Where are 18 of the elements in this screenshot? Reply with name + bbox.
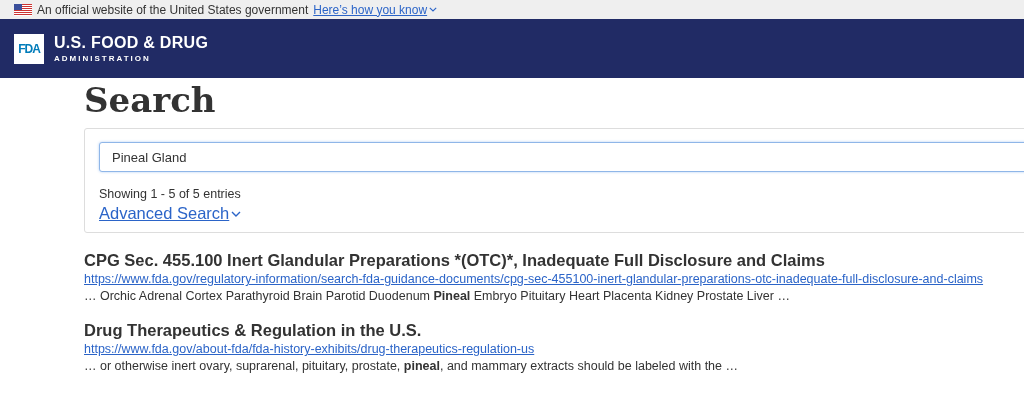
caret-icon xyxy=(231,210,242,217)
result-snippet: … Orchic Adrenal Cortex Parathyroid Brain Parotid Duodenum Pineal Embryo Pituitary Heart Placenta Kidney Prostate Liver … xyxy=(84,289,791,303)
result-title[interactable]: CPG Sec. 455.100 Inert Glandular Preparations *(OTC)*, Inadequate Full Disclosure and Claims xyxy=(84,251,1024,270)
agency-title: U.S. FOOD & DRUG xyxy=(54,34,209,52)
fda-logo[interactable]: FDA xyxy=(14,33,44,64)
page-title: Search xyxy=(84,79,217,122)
result-title[interactable]: Drug Therapeutics & Regulation in the U.S. xyxy=(84,321,1024,340)
result-url[interactable]: https://www.fda.gov/about-fda/fda-history-exhibits/drug-therapeutics-regulation-us xyxy=(84,342,1024,356)
banner-text: An official website of the United States government xyxy=(37,2,309,17)
caret-icon xyxy=(429,7,438,12)
result-snippet: … or otherwise inert ovary, suprarenal, pituitary, prostate, pineal, and mammary extracts should be labeled with the … xyxy=(84,359,739,373)
search-field[interactable]: Pineal Gland xyxy=(99,142,1024,172)
results-count: Showing 1 - 5 of 5 entries xyxy=(99,187,242,201)
result-url[interactable]: https://www.fda.gov/regulatory-information/search-fda-guidance-documents/cpg-sec-455100-inert-glandular-preparations-otc-inadequate-full-disclosure-and-claims xyxy=(84,272,1024,286)
how-you-know-link[interactable]: Here’s how you know xyxy=(313,2,438,17)
agency-subtitle: ADMINISTRATION xyxy=(54,54,152,63)
flag-icon xyxy=(14,3,32,16)
advanced-search-link[interactable]: Advanced Search xyxy=(99,204,242,223)
